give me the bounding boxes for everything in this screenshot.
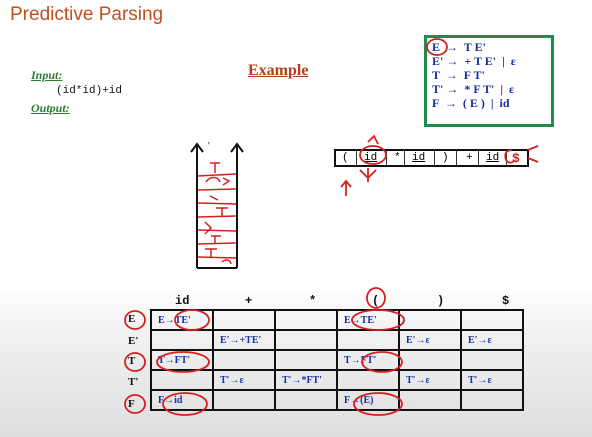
- table-cell: [274, 349, 338, 371]
- table-cell: [398, 349, 462, 371]
- table-cell: T→FT': [336, 349, 400, 371]
- table-cell: T→FT': [150, 349, 214, 371]
- stack-top-mark: ': [208, 141, 210, 152]
- column-header: id: [175, 294, 190, 308]
- table-cell: [398, 309, 462, 331]
- table-cell: F→(E): [336, 389, 400, 411]
- table-cell: T'→*FT': [274, 369, 338, 391]
- table-cell: [274, 329, 338, 351]
- parsing-table: E→TE' E→TE' E'→+TE' E'→ε E'→ε T→FT' T→FT…: [150, 309, 524, 411]
- row-header: E: [128, 313, 136, 325]
- table-cell: [274, 389, 338, 411]
- row-header: E': [128, 335, 139, 347]
- table-cell: [336, 369, 400, 391]
- table-cell: T'→ε: [398, 369, 462, 391]
- column-header: *: [309, 294, 317, 308]
- table-cell: [460, 309, 524, 331]
- column-header: (: [372, 294, 380, 308]
- table-row: T→FT' T→FT': [150, 349, 524, 371]
- table-cell: [212, 389, 276, 411]
- table-cell: [212, 309, 276, 331]
- slide: Predictive Parsing Input: (id*id)+id Out…: [0, 0, 592, 437]
- row-header: F: [128, 398, 135, 410]
- table-cell: F→id: [150, 389, 214, 411]
- table-cell: E→TE': [150, 309, 214, 331]
- table-cell: E→TE': [336, 309, 400, 331]
- table-cell: [150, 369, 214, 391]
- table-cell: [212, 349, 276, 371]
- row-header: T': [128, 376, 139, 388]
- table-row: F→id F→(E): [150, 389, 524, 411]
- table-cell: [274, 309, 338, 331]
- table-cell: [150, 329, 214, 351]
- table-row: E'→+TE' E'→ε E'→ε: [150, 329, 524, 351]
- column-header: $: [502, 294, 510, 308]
- row-header: T: [128, 355, 136, 367]
- column-header: ): [437, 294, 445, 308]
- table-cell: [460, 349, 524, 371]
- table-cell: [460, 389, 524, 411]
- table-cell: T'→ε: [460, 369, 524, 391]
- table-row: E→TE' E→TE': [150, 309, 524, 331]
- table-cell: E'→ε: [398, 329, 462, 351]
- table-cell: E'→+TE': [212, 329, 276, 351]
- table-cell: [398, 389, 462, 411]
- table-row: T'→ε T'→*FT' T'→ε T'→ε: [150, 369, 524, 391]
- table-cell: [336, 329, 400, 351]
- table-cell: E'→ε: [460, 329, 524, 351]
- table-cell: T'→ε: [212, 369, 276, 391]
- column-header: +: [245, 294, 253, 308]
